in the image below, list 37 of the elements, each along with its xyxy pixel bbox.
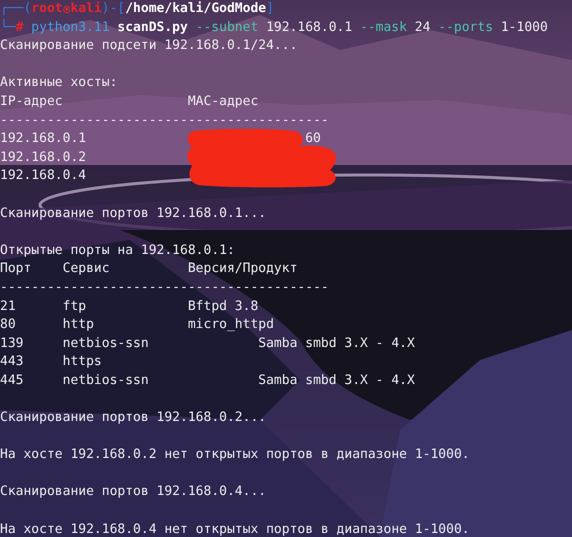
prompt-frame: ┌──(: [0, 0, 32, 19]
output-line: Сканирование портов 192.168.0.2...: [0, 409, 266, 428]
ip-address: 192.168.0.4: [0, 168, 86, 184]
command-file: scanDS.py: [117, 18, 188, 37]
mac-address: 60: [305, 130, 321, 148]
output-line: Сканирование подсети 192.168.0.1/24...: [0, 37, 298, 56]
output-line: Порт Сервис Версия/Продукт: [0, 260, 298, 278]
command-option: --subnet: [196, 18, 258, 38]
prompt-user: root: [31, 0, 63, 18]
output-line: ------------------------------------------: [0, 278, 329, 297]
output-line: Сканирование портов 192.168.0.1...: [0, 204, 266, 223]
output-line: Открытые порты на 192.168.0.1:: [0, 242, 235, 260]
output-line: IP-адрес MAC-адрес: [0, 92, 258, 111]
output-line: 443 https: [0, 353, 102, 372]
output-line: 80 http micro_httpd: [0, 316, 274, 334]
prompt-symbol: #: [16, 20, 24, 37]
command-argument: 24: [414, 18, 430, 37]
output-line: Активные хосты:: [0, 74, 118, 92]
output-line: 445 netbios-ssn Samba smbd 3.X - 4.X: [0, 372, 415, 390]
output-line: 139 netbios-ssn Samba smbd 3.X - 4.X: [0, 334, 415, 353]
ip-address: 192.168.0.1: [0, 131, 86, 146]
prompt-user: kali: [70, 0, 102, 18]
command-argument: 1-1000: [500, 18, 548, 37]
output-line: На хосте 192.168.0.4 нет открытых портов в диапазоне 1-1000.: [0, 520, 470, 537]
command-name: python3.11: [31, 18, 110, 37]
command-argument: 192.168.0.1: [266, 18, 352, 37]
output-line: Сканирование портов 192.168.0.4...: [0, 483, 266, 502]
prompt-frame: └─: [0, 18, 16, 38]
command-option: --ports: [438, 18, 494, 38]
command-option: --mask: [360, 18, 407, 38]
output-line: 21 ftp Bftpd 3.8: [0, 298, 258, 316]
ip-address: 192.168.0.2: [0, 150, 86, 165]
prompt-frame: ]: [266, 0, 274, 19]
prompt-path: /home/kali/GodMode: [125, 0, 266, 18]
prompt-frame: )-[: [102, 0, 126, 19]
output-line: На хосте 192.168.0.2 нет открытых портов в диапазоне 1-1000.: [0, 446, 470, 464]
output-line: ------------------------------------------: [0, 112, 329, 130]
